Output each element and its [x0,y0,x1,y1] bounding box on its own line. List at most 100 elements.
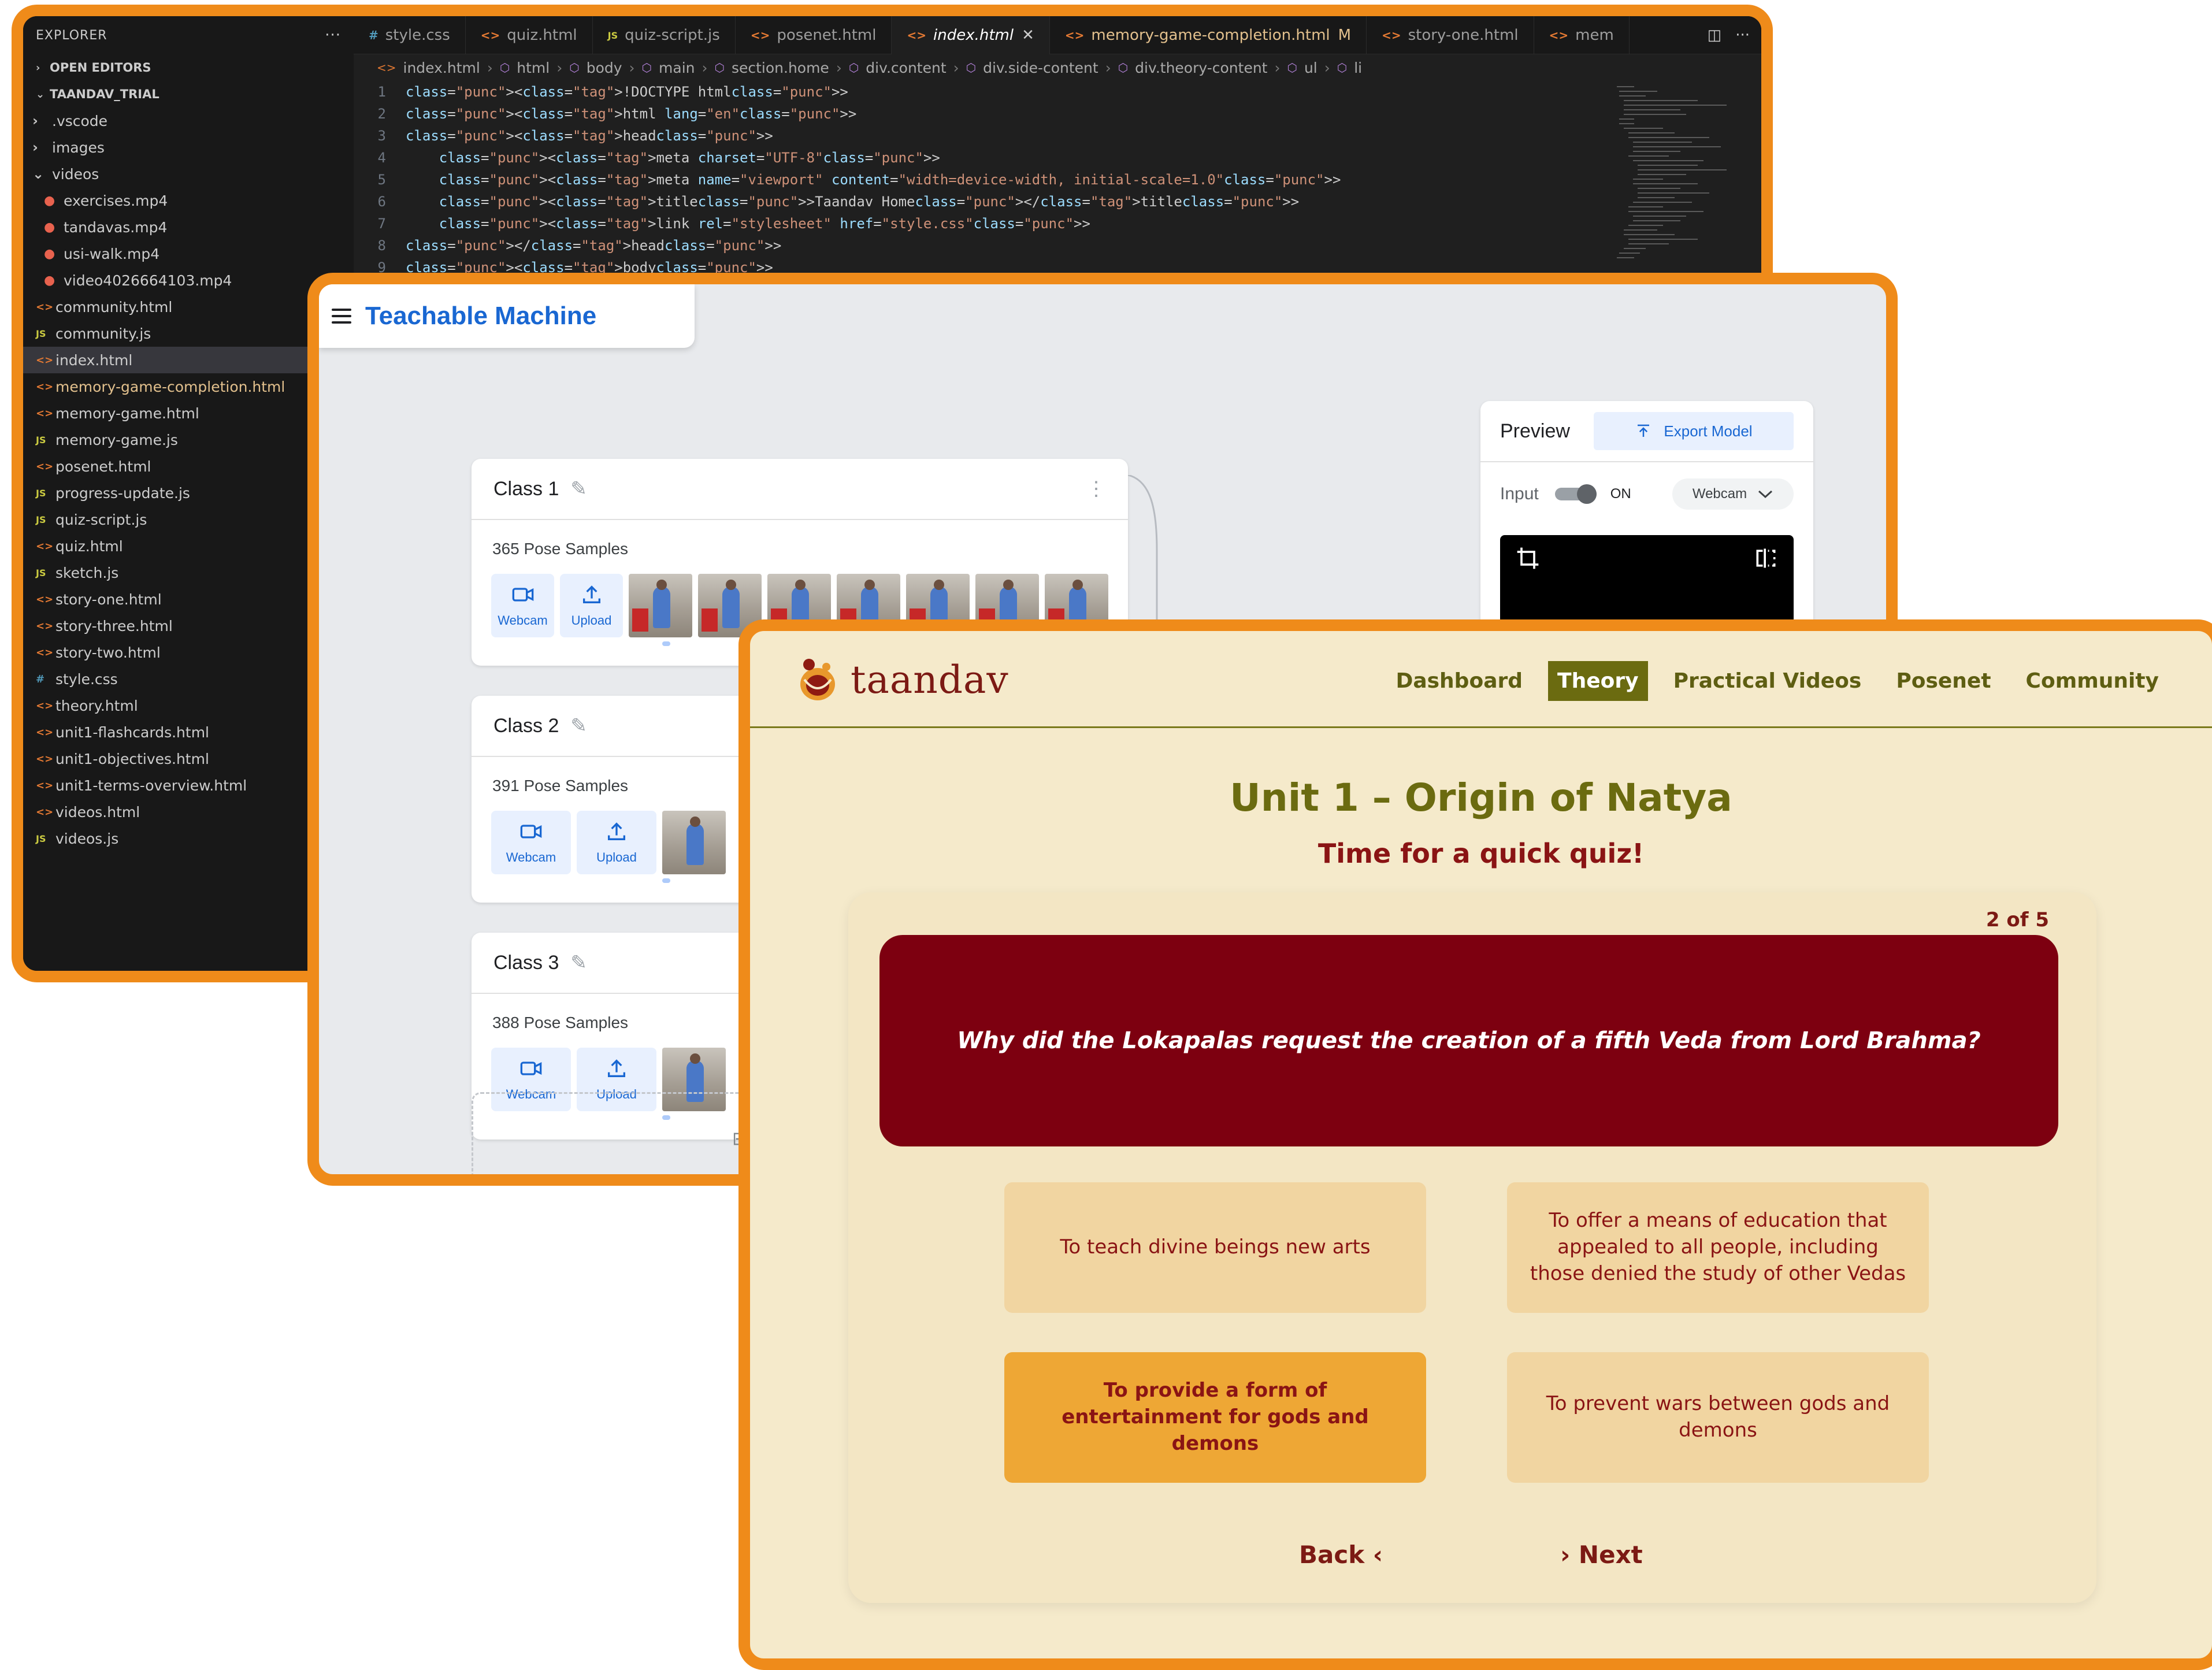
crop-icon[interactable] [1515,545,1541,571]
more-actions-icon[interactable]: ··· [325,27,341,44]
sample-scrollbar[interactable] [662,641,670,646]
file-item[interactable]: JS quiz-script.js [23,506,354,533]
code-line[interactable]: 3 class="punc"><class="tag">headclass="pu… [354,125,1761,147]
file-item[interactable]: <> posenet.html [23,453,354,480]
folder-item[interactable]: › .vscode [23,107,354,134]
more-icon[interactable]: ··· [1735,27,1750,44]
webcam-button[interactable]: Webcam [491,811,571,874]
breadcrumb-item[interactable]: div.theory-content [1135,60,1267,76]
file-item[interactable]: ● usi-walk.mp4 [23,240,354,267]
code-line[interactable]: 7 class="punc"><class="tag">link rel="st… [354,213,1761,235]
nav-link-community[interactable]: Community [2017,661,2168,701]
editor-tab[interactable]: JS quiz-script.js [593,16,736,54]
code-view[interactable]: 1 class="punc"><class="tag">!DOCTYPE html… [354,81,1761,279]
more-vert-icon[interactable]: ⋮ [1086,479,1106,499]
nav-link-dashboard[interactable]: Dashboard [1386,661,1532,701]
open-editors-section[interactable]: › OPEN EDITORS [23,54,354,81]
editor-tab[interactable]: # style.css [354,16,466,54]
folder-item[interactable]: ⌄ videos [23,161,354,187]
editor-tab[interactable]: <> index.html ✕ [892,16,1050,54]
file-item[interactable]: <> memory-game-completion.html [23,373,354,400]
file-item[interactable]: <> memory-game.html [23,400,354,426]
code-line[interactable]: 1 class="punc"><class="tag">!DOCTYPE html… [354,81,1761,103]
class-name[interactable]: Class 1 [493,478,559,500]
pencil-icon[interactable]: ✎ [570,714,587,737]
file-item[interactable]: <> story-three.html [23,613,354,639]
file-item[interactable]: <> index.html [23,347,354,373]
breadcrumb-item[interactable]: section.home [732,60,829,76]
taandav-logo[interactable]: taandav [796,656,1009,703]
file-item[interactable]: <> videos.html [23,799,354,825]
pose-sample-thumbnail[interactable] [629,574,692,637]
file-item[interactable]: <> community.html [23,294,354,320]
breadcrumb-item[interactable]: index.html [403,60,480,76]
class-name[interactable]: Class 2 [493,715,559,737]
file-item[interactable]: <> unit1-flashcards.html [23,719,354,745]
back-button[interactable]: Back ‹ [1299,1541,1383,1569]
answer-option-1[interactable]: To teach divine beings new arts [1004,1182,1426,1313]
code-line[interactable]: 2 class="punc"><class="tag">html lang="en… [354,103,1761,125]
file-item[interactable]: JS memory-game.js [23,426,354,453]
file-item[interactable]: <> unit1-terms-overview.html [23,772,354,799]
sample-scrollbar[interactable] [662,878,670,883]
question-box: Why did the Lokapalas request the creati… [879,935,2058,1146]
upload-button[interactable]: Upload [560,574,623,637]
breadcrumb-item[interactable]: main [659,60,695,76]
breadcrumb-item[interactable]: li [1354,60,1362,76]
editor-tab[interactable]: <> posenet.html [736,16,892,54]
editor-tab[interactable]: <> mem [1534,16,1630,54]
pencil-icon[interactable]: ✎ [570,477,587,500]
code-line[interactable]: 6 class="punc"><class="tag">titleclass="… [354,191,1761,213]
breadcrumb-item[interactable]: body [587,60,622,76]
file-item[interactable]: ● tandavas.mp4 [23,214,354,240]
nav-link-practical-videos[interactable]: Practical Videos [1664,661,1871,701]
file-item[interactable]: JS progress-update.js [23,480,354,506]
split-editor-icon[interactable]: ◫ [1708,27,1722,44]
file-item[interactable]: <> theory.html [23,692,354,719]
file-item[interactable]: <> story-two.html [23,639,354,666]
file-item[interactable]: ● video4026664103.mp4 [23,267,354,294]
next-button[interactable]: › Next [1560,1541,1643,1569]
file-name: theory.html [55,697,138,714]
html-file-icon: <> [1382,28,1401,42]
file-name: usi-walk.mp4 [64,245,160,262]
webcam-button[interactable]: Webcam [491,574,554,637]
nav-link-theory[interactable]: Theory [1548,661,1648,701]
answer-option-2[interactable]: To offer a means of education that appea… [1507,1182,1929,1313]
file-item[interactable]: JS community.js [23,320,354,347]
code-line[interactable]: 5 class="punc"><class="tag">meta name="v… [354,169,1761,191]
file-item[interactable]: # style.css [23,666,354,692]
hamburger-menu-icon[interactable] [332,309,351,324]
breadcrumb-item[interactable]: ul [1304,60,1317,76]
breadcrumb-item[interactable]: html [517,60,550,76]
minimap[interactable] [1611,81,1738,289]
code-line[interactable]: 8 class="punc"></class="tag">headclass="p… [354,235,1761,257]
folder-item[interactable]: › images [23,134,354,161]
file-item[interactable]: ● exercises.mp4 [23,187,354,214]
nav-link-posenet[interactable]: Posenet [1887,661,2000,701]
answer-option-4[interactable]: To prevent wars between gods and demons [1507,1352,1929,1483]
input-source-select[interactable]: Webcam [1672,478,1794,510]
editor-tab[interactable]: <> quiz.html [466,16,593,54]
file-item[interactable]: <> quiz.html [23,533,354,559]
file-item[interactable]: <> unit1-objectives.html [23,745,354,772]
file-item[interactable]: JS sketch.js [23,559,354,586]
file-item[interactable]: <> story-one.html [23,586,354,613]
html-file-icon: <> [36,619,54,632]
file-item[interactable]: JS videos.js [23,825,354,852]
editor-tab[interactable]: <> story-one.html [1367,16,1534,54]
editor-tab[interactable]: <> memory-game-completion.html M [1050,16,1367,54]
close-icon[interactable]: ✕ [1022,27,1034,44]
breadcrumb-item[interactable]: div.side-content [983,60,1098,76]
class-name[interactable]: Class 3 [493,952,559,974]
code-line[interactable]: 4 class="punc"><class="tag">meta charset… [354,147,1761,169]
project-section[interactable]: ⌄ TAANDAV_TRIAL [23,81,354,107]
input-toggle[interactable] [1554,484,1597,504]
flip-icon[interactable] [1753,545,1779,571]
answer-option-3[interactable]: To provide a form of entertainment for g… [1004,1352,1426,1483]
breadcrumb-item[interactable]: div.content [866,60,946,76]
pencil-icon[interactable]: ✎ [570,951,587,974]
export-model-button[interactable]: Export Model [1594,412,1794,450]
upload-button[interactable]: Upload [577,811,656,874]
pose-sample-thumbnail[interactable] [662,811,726,874]
